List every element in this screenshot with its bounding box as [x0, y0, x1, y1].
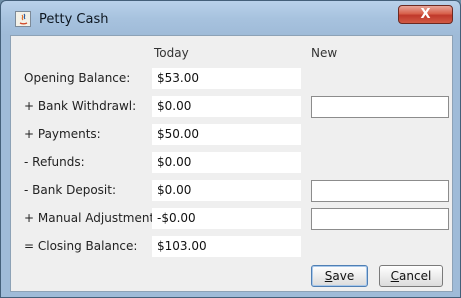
save-button[interactable]: Save [311, 265, 368, 287]
cancel-mnemonic: C [390, 269, 400, 283]
close-button[interactable]: X [398, 5, 453, 24]
label-payments: + Payments: [24, 127, 101, 141]
label-bank-withdrawl: + Bank Withdrawl: [24, 99, 137, 113]
new-bank-withdrawl-input[interactable] [311, 96, 449, 118]
save-label: ave [332, 269, 355, 283]
value-payments: $50.00 [152, 124, 301, 145]
dialog-content: Today New Opening Balance: $53.00 + Bank… [10, 35, 453, 292]
label-closing-balance: = Closing Balance: [24, 239, 138, 253]
column-header-today: Today [154, 46, 189, 60]
value-opening-balance: $53.00 [152, 68, 301, 89]
cancel-button[interactable]: Cancel [379, 265, 443, 287]
value-closing-balance: $103.00 [152, 236, 301, 257]
close-icon: X [420, 7, 431, 22]
label-refunds: - Refunds: [24, 155, 85, 169]
window-title: Petty Cash [39, 12, 109, 27]
java-app-icon [15, 11, 31, 27]
title-bar[interactable]: Petty Cash X [1, 1, 460, 35]
label-opening-balance: Opening Balance: [24, 71, 131, 85]
value-bank-withdrawl: $0.00 [152, 96, 301, 117]
label-bank-deposit: - Bank Deposit: [24, 183, 117, 197]
new-manual-adjustment-input[interactable] [311, 208, 449, 230]
column-header-new: New [311, 46, 338, 60]
value-refunds: $0.00 [152, 152, 301, 173]
new-bank-deposit-input[interactable] [311, 180, 449, 202]
value-manual-adjustment: -$0.00 [152, 208, 301, 229]
cancel-label: ancel [399, 269, 432, 283]
label-manual-adjustment: + Manual Adjustment: [24, 211, 159, 225]
petty-cash-window: Petty Cash X Today New Opening Balance: … [0, 0, 461, 298]
value-bank-deposit: $0.00 [152, 180, 301, 201]
